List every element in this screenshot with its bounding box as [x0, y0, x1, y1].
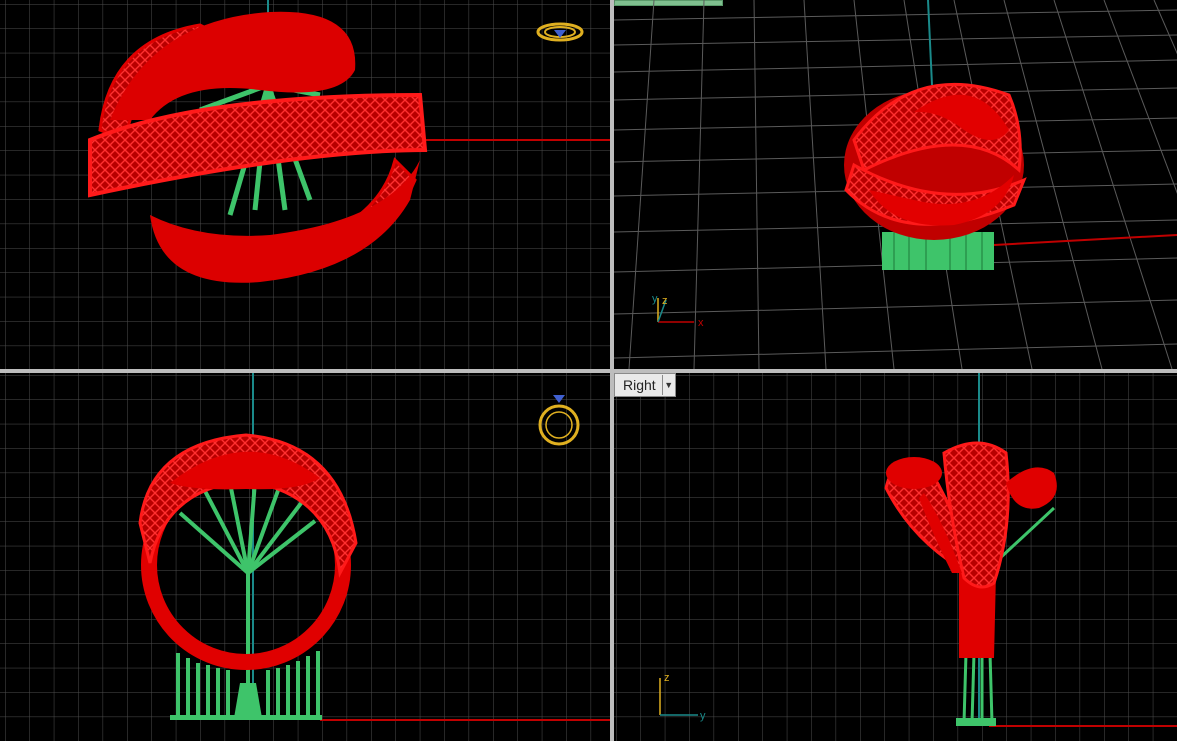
viewport-right[interactable]: z y Right ▼ — [614, 373, 1177, 741]
axis-label-z: z — [662, 295, 668, 307]
viewport-title-tab[interactable]: Right ▼ — [614, 373, 676, 397]
axis-label-z: z — [664, 672, 670, 684]
viewport-title-label: Right — [623, 377, 656, 393]
viewport-perspective[interactable]: z x y — [614, 0, 1177, 369]
axis-label-y: y — [652, 293, 658, 305]
right-view-scene: z y — [614, 373, 1177, 741]
ring-model-perspective[interactable] — [844, 82, 1027, 240]
axis-label-y: y — [700, 710, 706, 722]
axis-label-x: x — [698, 317, 704, 329]
top-view-scene — [0, 0, 610, 369]
chevron-down-icon[interactable]: ▼ — [661, 375, 675, 395]
front-view-scene — [0, 373, 610, 741]
viewport-divider-horizontal[interactable] — [0, 369, 1177, 373]
ring-top-view-icon[interactable] — [536, 22, 584, 42]
viewport-front[interactable] — [0, 373, 610, 741]
viewport-top[interactable] — [0, 0, 610, 369]
perspective-scene: z x y — [614, 0, 1177, 369]
